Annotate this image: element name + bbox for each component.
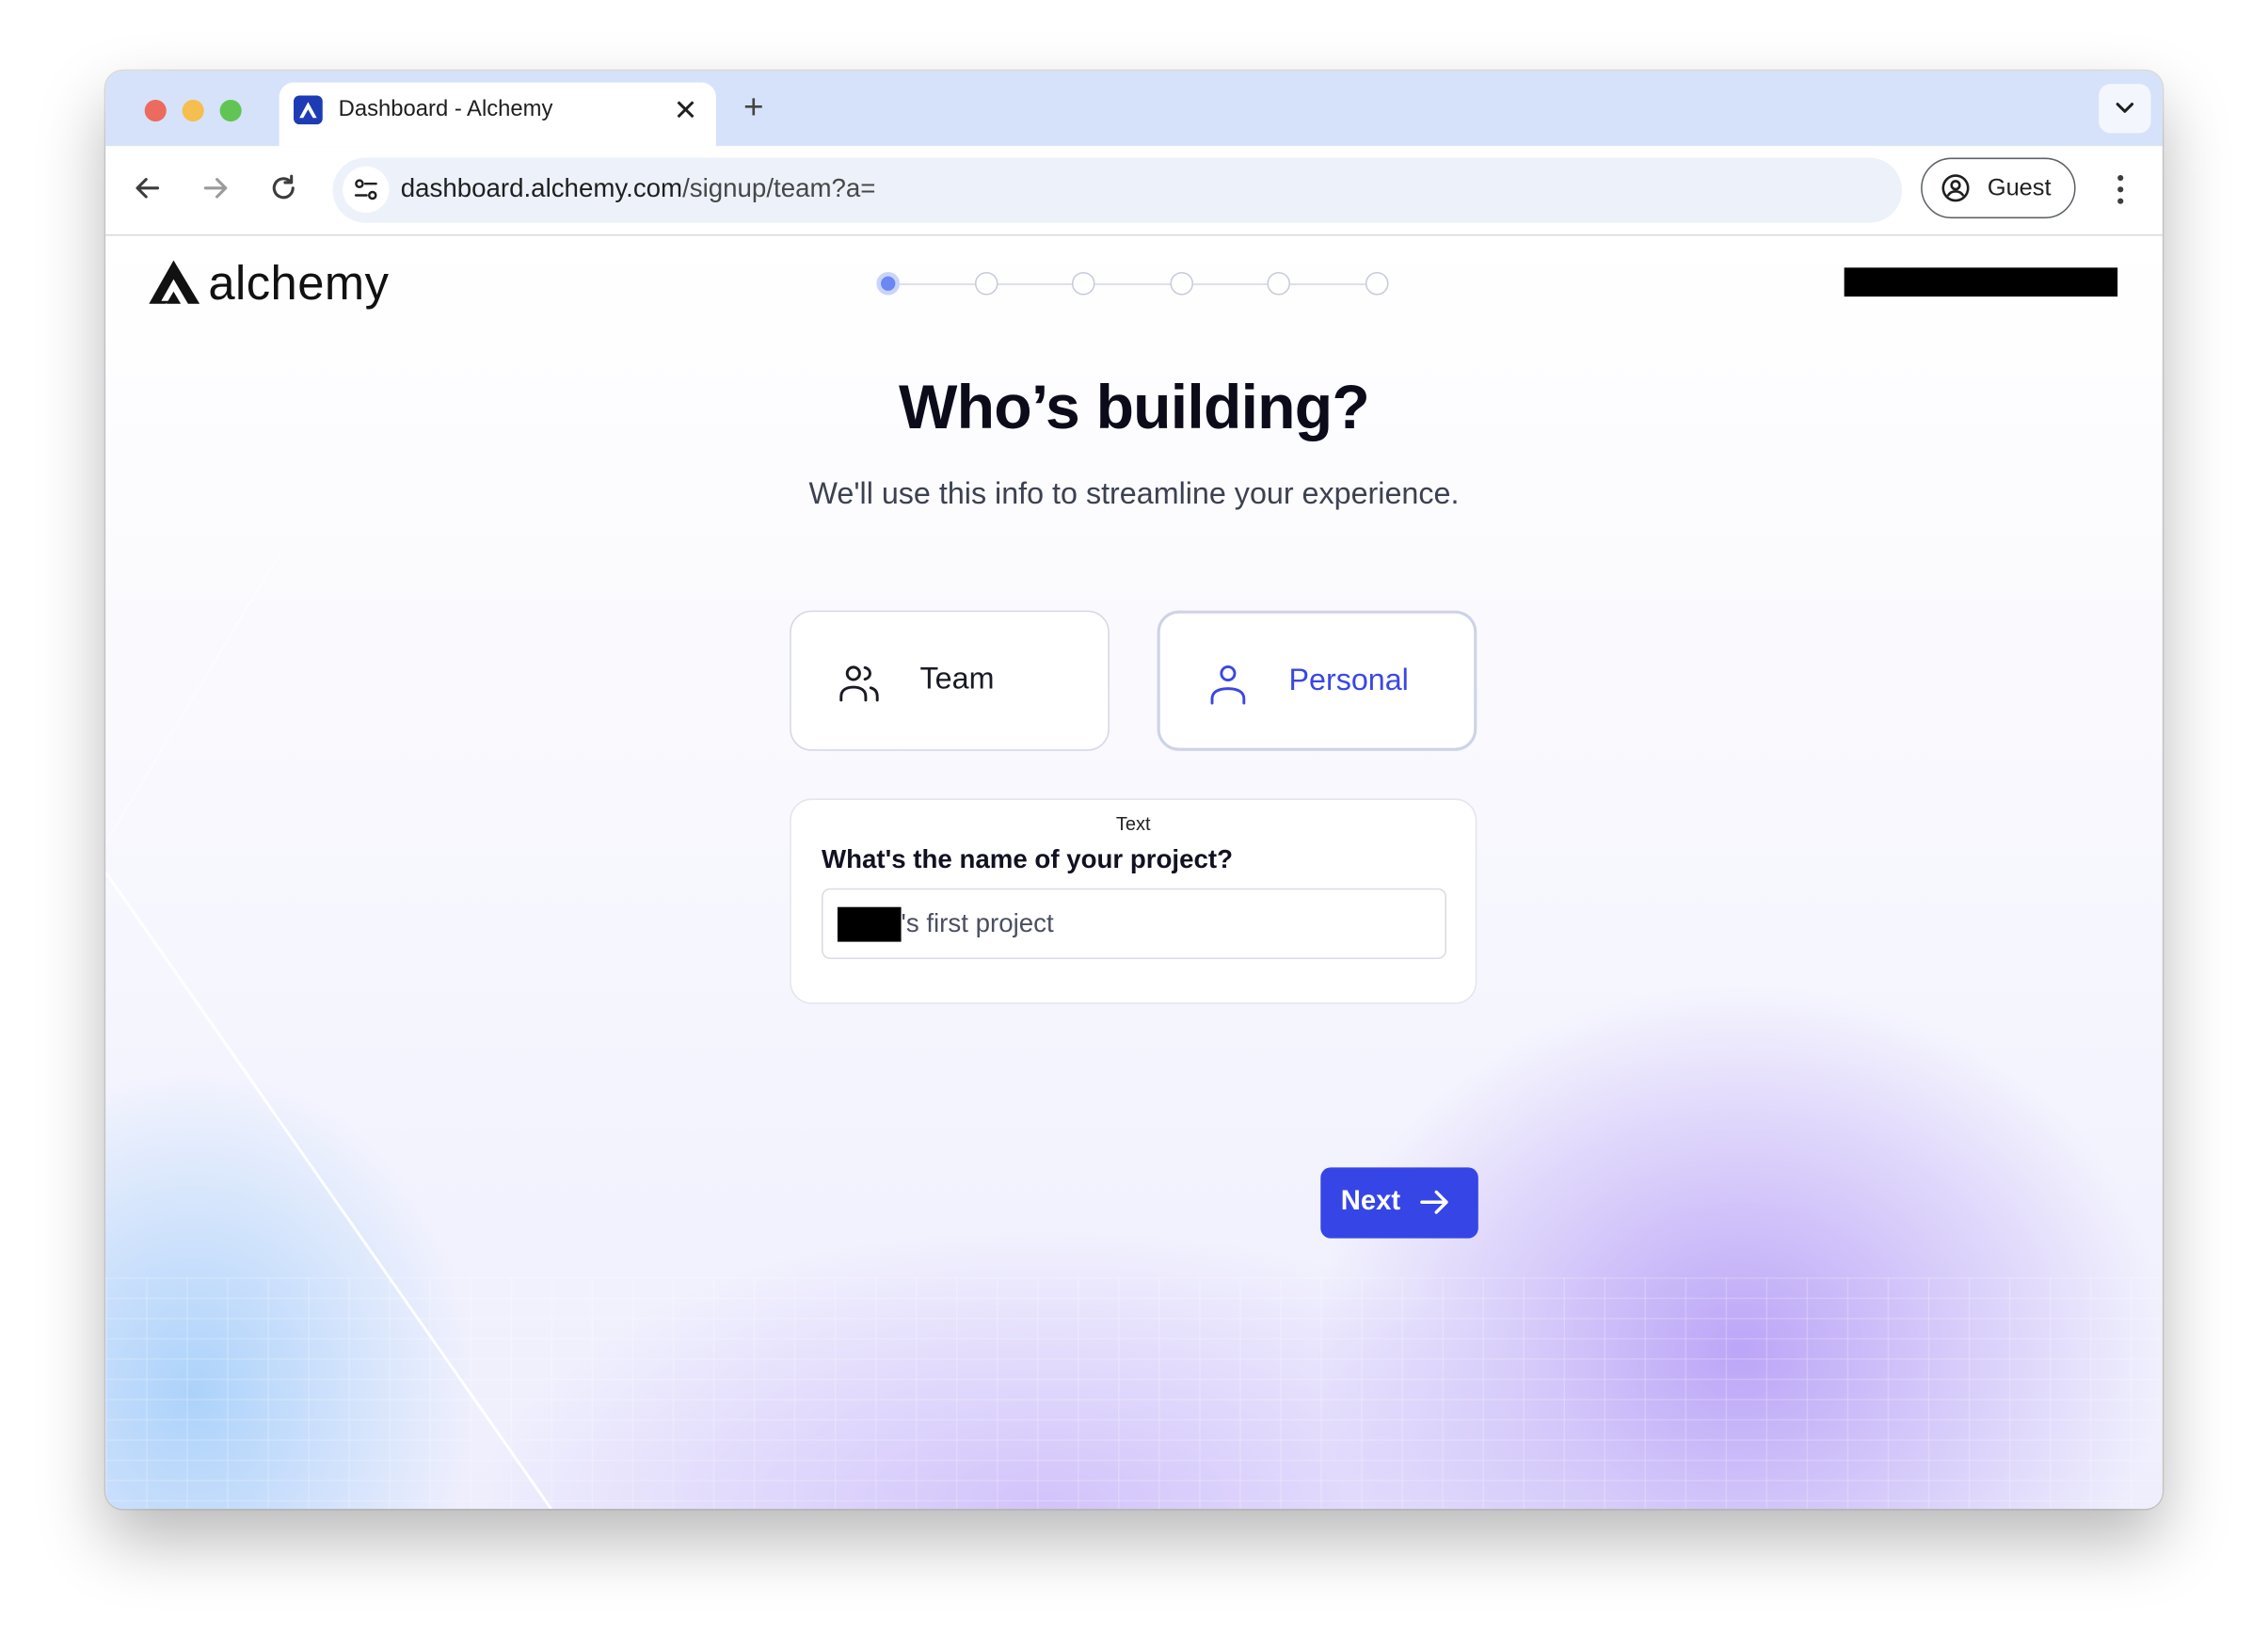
project-name-label: What's the name of your project? (822, 844, 1234, 874)
signup-page: alchemy Who’s building? We'll use this i… (105, 235, 2163, 1510)
next-button-label: Next (1340, 1186, 1401, 1217)
project-name-value: 's first project (901, 908, 1054, 937)
profile-button[interactable]: Guest (1921, 157, 2076, 219)
step-connector (900, 283, 975, 285)
back-button[interactable] (129, 169, 167, 207)
step-connector (1193, 283, 1268, 285)
reload-button[interactable] (264, 169, 302, 207)
menu-dot (2117, 186, 2124, 193)
redacted-username (837, 906, 902, 942)
personal-option-label: Personal (1288, 664, 1409, 697)
alchemy-favicon (294, 95, 323, 125)
step-2 (974, 271, 998, 296)
project-name-input[interactable]: 's first project (822, 888, 1446, 960)
tab-title: Dashboard - Alchemy (338, 96, 553, 122)
profile-icon (1941, 174, 1970, 202)
redacted-account-info (1844, 267, 2118, 297)
card-caption: Text (1115, 812, 1151, 835)
step-1-current (876, 271, 901, 296)
browser-window: Dashboard - Alchemy ✕ + dashboard.alchem… (105, 71, 2163, 1510)
menu-dot (2117, 198, 2124, 204)
chevron-down-icon (2116, 103, 2134, 113)
url-host: dashboard.alchemy.com (400, 173, 683, 203)
profile-label: Guest (1987, 174, 2052, 201)
reload-icon (272, 174, 295, 200)
step-5 (1267, 271, 1291, 296)
kebab-menu-icon[interactable] (2106, 172, 2135, 207)
screenshot-stage: Dashboard - Alchemy ✕ + dashboard.alchem… (0, 0, 2268, 1649)
tab-search-button[interactable] (2099, 84, 2151, 134)
zoom-window-button[interactable] (219, 100, 242, 122)
forward-button[interactable] (197, 169, 234, 207)
team-option-button[interactable]: Team (790, 610, 1110, 751)
next-button[interactable]: Next (1320, 1167, 1478, 1239)
arrow-right-icon (1420, 1190, 1448, 1214)
plus-icon[interactable]: + (735, 90, 773, 129)
project-name-card: Text What's the name of your project? 's… (790, 798, 1477, 1004)
step-connector (1094, 283, 1171, 285)
personal-option-button[interactable]: Personal (1157, 610, 1477, 751)
browser-toolbar: dashboard.alchemy.com/signup/team?a= Gue… (105, 146, 2163, 236)
minimize-window-button[interactable] (182, 100, 204, 122)
url-path: /signup/team?a= (682, 173, 876, 203)
page-subtitle: We'll use this info to streamline your e… (808, 477, 1460, 511)
site-settings-button[interactable] (343, 166, 390, 213)
close-icon[interactable]: ✕ (670, 95, 702, 127)
step-4 (1170, 271, 1194, 296)
step-connector (998, 283, 1072, 285)
step-6 (1365, 271, 1389, 296)
brand-name: alchemy (208, 256, 390, 310)
progress-stepper (875, 270, 1396, 299)
tab-strip: Dashboard - Alchemy ✕ + (105, 71, 2163, 147)
site-settings-icon (354, 179, 377, 200)
team-option-label: Team (919, 662, 995, 696)
menu-dot (2117, 174, 2124, 182)
browser-tab-active[interactable]: Dashboard - Alchemy ✕ (279, 82, 716, 147)
back-arrow-icon (136, 178, 160, 199)
page-title: Who’s building? (899, 373, 1370, 443)
address-bar[interactable]: dashboard.alchemy.com/signup/team?a= (332, 157, 1903, 223)
forward-arrow-icon (203, 178, 228, 199)
user-icon (1210, 664, 1246, 705)
step-3 (1071, 271, 1095, 296)
users-icon (839, 665, 879, 702)
close-window-button[interactable] (144, 100, 167, 122)
url-text: dashboard.alchemy.com/signup/team?a= (401, 173, 876, 203)
alchemy-logo-icon (149, 260, 200, 304)
step-connector (1290, 283, 1366, 285)
